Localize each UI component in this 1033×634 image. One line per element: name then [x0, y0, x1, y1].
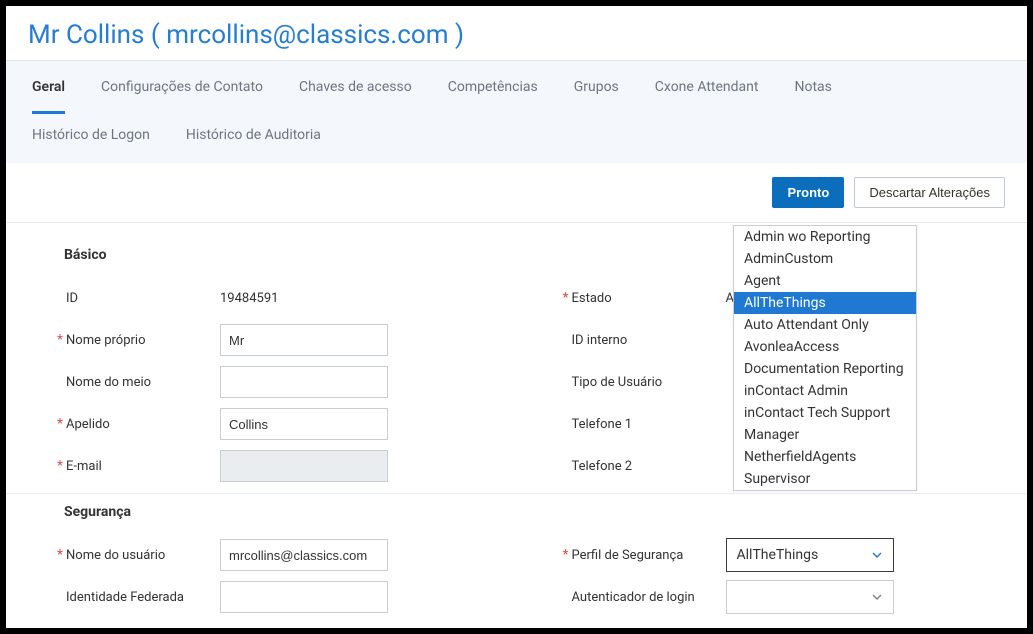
field-email: * E-mail	[54, 445, 500, 487]
dropdown-option[interactable]: Supervisor	[734, 468, 916, 490]
security-profile-select[interactable]: AllTheThings	[726, 538, 894, 572]
dropdown-option[interactable]: AllTheThings	[734, 292, 916, 314]
login-auth-label: Autenticador de login	[572, 590, 726, 605]
phone2-label: Telefone 2	[572, 459, 726, 474]
required-marker: *	[560, 290, 572, 306]
tab-hist-rico-de-logon[interactable]: Histórico de Logon	[32, 113, 150, 157]
status-label: Estado	[572, 291, 726, 306]
page-title: Mr Collins ( mrcollins@classics.com )	[28, 20, 1005, 50]
security-profile-dropdown[interactable]: Admin wo ReportingAdminCustomAgentAllThe…	[733, 225, 917, 491]
discard-button[interactable]: Descartar Alterações	[854, 177, 1005, 208]
federated-input[interactable]	[220, 581, 388, 613]
security-profile-label: Perfil de Segurança	[572, 548, 726, 563]
chevron-down-icon	[871, 549, 883, 561]
tab-hist-rico-de-auditoria[interactable]: Histórico de Auditoria	[186, 113, 321, 157]
dropdown-option[interactable]: Manager	[734, 424, 916, 446]
login-auth-select[interactable]	[726, 580, 894, 614]
form-content: Básico ID 19484591 * Nome próprio Nome d…	[6, 223, 1027, 628]
email-label: E-mail	[66, 459, 220, 474]
field-security-profile: * Perfil de Segurança AllTheThings	[560, 534, 1006, 576]
tab-cxone-attendant[interactable]: Cxone Attendant	[655, 61, 759, 113]
required-marker: *	[54, 332, 66, 348]
chevron-down-icon	[871, 591, 883, 603]
first-name-label: Nome próprio	[66, 333, 220, 348]
tab-compet-ncias[interactable]: Competências	[448, 61, 538, 113]
first-name-input[interactable]	[220, 324, 388, 356]
email-input[interactable]	[220, 450, 388, 482]
id-label: ID	[66, 291, 220, 306]
dropdown-option[interactable]: AvonleaAccess	[734, 336, 916, 358]
action-bar: Pronto Descartar Alterações	[6, 163, 1027, 223]
dropdown-option[interactable]: Agent	[734, 270, 916, 292]
id-value: 19484591	[220, 291, 278, 306]
tabs-row-primary: Geral Configurações de Contato Chaves de a…	[6, 61, 1027, 113]
required-marker: *	[560, 547, 572, 563]
required-marker: *	[54, 547, 66, 563]
username-label: Nome do usuário	[66, 548, 220, 563]
field-middle-name: Nome do meio	[54, 361, 500, 403]
field-federated: Identidade Federada	[54, 576, 500, 618]
tab-chaves-de-acesso[interactable]: Chaves de acesso	[299, 61, 412, 113]
field-last-name: * Apelido	[54, 403, 500, 445]
last-name-input[interactable]	[220, 408, 388, 440]
security-right: * Perfil de Segurança AllTheThings Auten…	[560, 534, 1006, 618]
dropdown-option[interactable]: inContact Admin	[734, 380, 916, 402]
dropdown-option[interactable]: Auto Attendant Only	[734, 314, 916, 336]
basic-left: ID 19484591 * Nome próprio Nome do meio …	[54, 277, 500, 487]
phone1-label: Telefone 1	[572, 417, 726, 432]
section-security-title: Segurança	[54, 494, 1005, 534]
required-marker: *	[54, 458, 66, 474]
field-login-auth: Autenticador de login	[560, 576, 1006, 618]
done-button[interactable]: Pronto	[772, 177, 844, 208]
security-left: * Nome do usuário Identidade Federada	[54, 534, 500, 618]
internal-id-label: ID interno	[572, 333, 726, 348]
security-grid: * Nome do usuário Identidade Federada * …	[54, 534, 1005, 618]
username-input[interactable]	[220, 539, 388, 571]
field-username: * Nome do usuário	[54, 534, 500, 576]
federated-label: Identidade Federada	[66, 590, 220, 605]
last-name-label: Apelido	[66, 417, 220, 432]
field-first-name: * Nome próprio	[54, 319, 500, 361]
dropdown-option[interactable]: AdminCustom	[734, 248, 916, 270]
tab-notas[interactable]: Notas	[794, 61, 831, 113]
dropdown-option[interactable]: Admin wo Reporting	[734, 226, 916, 248]
tabs-container: Geral Configurações de Contato Chaves de a…	[6, 60, 1027, 163]
dropdown-option[interactable]: inContact Tech Support	[734, 402, 916, 424]
app-window: Mr Collins ( mrcollins@classics.com ) Ge…	[6, 6, 1027, 628]
user-type-label: Tipo de Usuário	[572, 375, 726, 390]
dropdown-option[interactable]: Documentation Reporting	[734, 358, 916, 380]
security-profile-value: AllTheThings	[737, 547, 819, 563]
field-id: ID 19484591	[54, 277, 500, 319]
tabs-row-secondary: Histórico de Logon Histórico de Auditoria	[6, 113, 1027, 163]
required-marker: *	[54, 416, 66, 432]
middle-name-label: Nome do meio	[66, 375, 220, 390]
tab-geral[interactable]: Geral	[32, 61, 65, 114]
dropdown-option[interactable]: NetherfieldAgents	[734, 446, 916, 468]
tab-grupos[interactable]: Grupos	[574, 61, 619, 113]
header: Mr Collins ( mrcollins@classics.com )	[6, 6, 1027, 60]
middle-name-input[interactable]	[220, 366, 388, 398]
tab-configura-es-de-contato[interactable]: Configurações de Contato	[101, 61, 263, 113]
